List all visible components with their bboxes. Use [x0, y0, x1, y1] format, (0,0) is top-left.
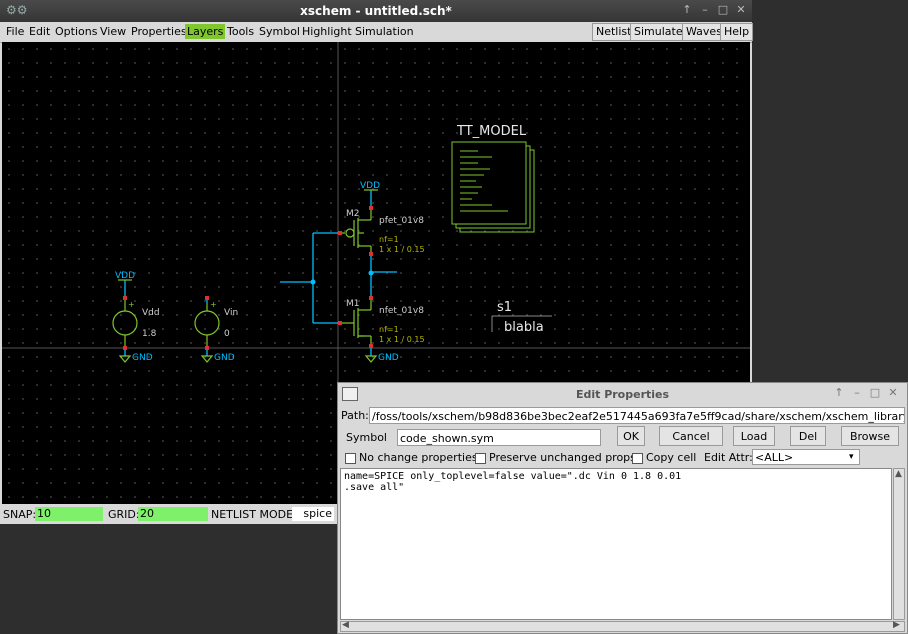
vertical-scrollbar[interactable]: ▲ [893, 468, 905, 620]
vsource-vin[interactable] [194, 304, 220, 348]
simulate-button[interactable]: Simulate [630, 23, 687, 41]
dialog-minimize-icon[interactable]: – [850, 386, 864, 400]
netlist-mode-label: NETLIST MODE: [211, 508, 297, 521]
vdd-source-name: Vdd [142, 308, 160, 318]
help-button[interactable]: Help [720, 23, 754, 41]
copy-cell-label: Copy cell [646, 451, 697, 464]
m2-size: 1 x 1 / 0.15 [379, 245, 425, 254]
blabla-text[interactable]: blabla [504, 320, 544, 335]
vin-plus: + [210, 300, 217, 309]
netlist-button[interactable]: Netlist [592, 23, 636, 41]
netlist-mode-value[interactable]: spice [292, 507, 334, 521]
minimize-icon[interactable]: – [698, 3, 712, 17]
m2-model: pfet_01v8 [379, 216, 424, 226]
m2-name: M2 [346, 209, 360, 219]
gnd-label-vdd: GND [132, 353, 153, 363]
maximize-icon[interactable]: □ [716, 3, 730, 17]
menu-symbol[interactable]: Symbol [259, 25, 300, 38]
del-button[interactable]: Del [790, 426, 826, 446]
no-change-label: No change properties [359, 451, 478, 464]
copy-cell-checkbox[interactable] [632, 453, 643, 464]
menu-edit[interactable]: Edit [29, 25, 50, 38]
symbol-field[interactable]: code_shown.sym [397, 429, 601, 446]
edit-properties-dialog: Edit Properties ↑ – □ ✕ Path: /foss/tool… [337, 382, 908, 634]
scroll-left-icon[interactable]: ◀ [342, 620, 349, 630]
model-label: TT_MODEL [456, 124, 527, 139]
menu-highlight[interactable]: Highlight [302, 25, 352, 38]
snap-label: SNAP: [3, 508, 37, 521]
vdd-plus: + [128, 300, 135, 309]
symbol-label: Symbol [346, 431, 387, 444]
gnd-label-vin: GND [214, 353, 235, 363]
edit-attr-select[interactable]: <ALL> [752, 449, 860, 465]
load-button[interactable]: Load [733, 426, 775, 446]
code-block-symbol[interactable] [451, 141, 535, 233]
menu-view[interactable]: View [100, 25, 126, 38]
m1-size: 1 x 1 / 0.15 [379, 335, 425, 344]
pins [123, 206, 373, 350]
m1-nf: nf=1 [379, 325, 399, 334]
menu-layers[interactable]: Layers [185, 24, 226, 39]
vdd-source-value: 1.8 [142, 329, 157, 339]
junction-dot [368, 270, 374, 276]
close-icon[interactable]: ✕ [734, 3, 748, 17]
gnd-label-m1: GND [378, 353, 399, 363]
snap-input[interactable]: 10 [35, 507, 103, 521]
scroll-right-icon[interactable]: ▶ [893, 620, 900, 630]
shade-icon[interactable]: ↑ [680, 3, 694, 17]
chevron-down-icon[interactable]: ▾ [849, 452, 854, 462]
menu-properties[interactable]: Properties [131, 25, 187, 38]
m2-nf: nf=1 [379, 235, 399, 244]
dialog-close-icon[interactable]: ✕ [886, 386, 900, 400]
path-field[interactable]: /foss/tools/xschem/b98d836be3bec2eaf2e51… [369, 407, 905, 424]
no-change-checkbox[interactable] [345, 453, 356, 464]
junction-dot [310, 279, 316, 285]
dialog-maximize-icon[interactable]: □ [868, 386, 882, 400]
scroll-up-icon[interactable]: ▲ [895, 469, 902, 479]
browse-button[interactable]: Browse [841, 426, 899, 446]
dialog-title-bar: Edit Properties ↑ – □ ✕ [338, 383, 907, 405]
horizontal-scrollbar[interactable]: ◀ ▶ [340, 620, 905, 632]
menu-options[interactable]: Options [55, 25, 97, 38]
window-title: xschem - untitled.sch* [300, 4, 452, 18]
m1-name: M1 [346, 299, 360, 309]
menu-file[interactable]: File [6, 25, 24, 38]
menu-tools[interactable]: Tools [227, 25, 254, 38]
grid-input[interactable]: 20 [138, 507, 208, 521]
grid-label: GRID: [108, 508, 140, 521]
preserve-checkbox[interactable] [475, 453, 486, 464]
s1-label[interactable]: s1 [497, 300, 512, 315]
menu-bar: File Edit Options View Properties Layers… [0, 22, 754, 43]
path-label: Path: [341, 409, 369, 422]
vin-source-value: 0 [224, 329, 230, 339]
dialog-title: Edit Properties [575, 388, 670, 401]
vin-source-name: Vin [224, 308, 238, 318]
cancel-button[interactable]: Cancel [659, 426, 723, 446]
ok-button[interactable]: OK [617, 426, 645, 446]
m1-model: nfet_01v8 [379, 306, 424, 316]
dialog-shade-icon[interactable]: ↑ [832, 386, 846, 400]
title-bar: ⚙⚙ xschem - untitled.sch* ↑ – □ ✕ [0, 0, 752, 22]
properties-textarea[interactable]: name=SPICE only_toplevel=false value=".d… [340, 468, 892, 620]
edit-attr-label: Edit Attr: [704, 451, 753, 464]
preserve-label: Preserve unchanged props [489, 451, 636, 464]
menu-simulation[interactable]: Simulation [355, 25, 414, 38]
